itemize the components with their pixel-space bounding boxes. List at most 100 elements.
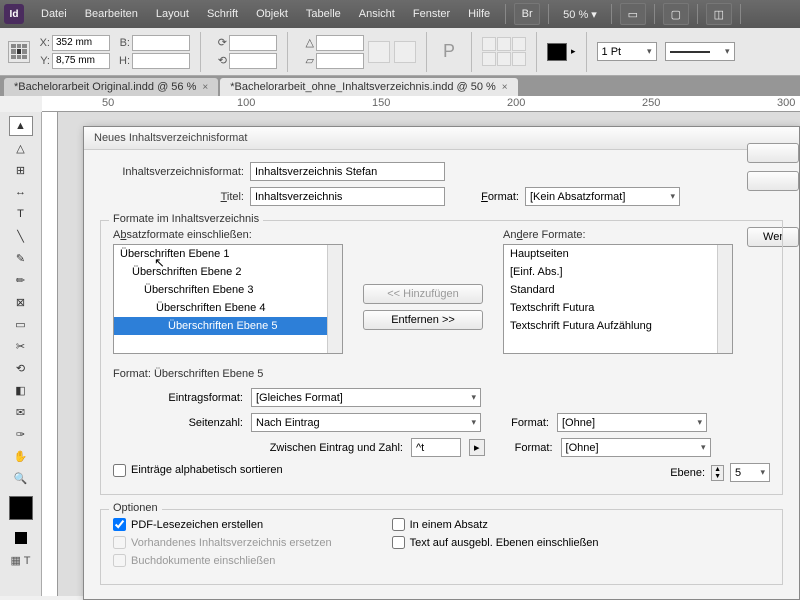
title-input[interactable] bbox=[250, 187, 445, 206]
zoom-tool[interactable]: 🔍 bbox=[9, 468, 33, 488]
note-tool[interactable]: ✉ bbox=[9, 402, 33, 422]
y-label: Y: bbox=[34, 55, 50, 67]
x-label: X: bbox=[34, 37, 50, 49]
bridge-button[interactable]: Br bbox=[514, 3, 540, 25]
close-icon[interactable]: × bbox=[202, 82, 208, 93]
special-char-button[interactable]: ▸ bbox=[469, 439, 485, 456]
level-label: Ebene: bbox=[670, 467, 705, 479]
list-item[interactable]: Überschriften Ebene 2 bbox=[114, 263, 342, 281]
list-item[interactable]: Überschriften Ebene 4 bbox=[114, 299, 342, 317]
eyedropper-tool[interactable]: ✑ bbox=[9, 424, 33, 444]
rectangle-frame-tool[interactable]: ⊠ bbox=[9, 292, 33, 312]
scrollbar[interactable] bbox=[717, 245, 732, 353]
scissors-tool[interactable]: ✂ bbox=[9, 336, 33, 356]
apply-color-icon[interactable] bbox=[9, 528, 33, 548]
list-item[interactable]: Überschriften Ebene 5 bbox=[114, 317, 342, 335]
include-formats-list[interactable]: Überschriften Ebene 1 Überschriften Eben… bbox=[113, 244, 343, 354]
scrollbar[interactable] bbox=[327, 245, 342, 353]
level-stepper[interactable]: ▲▼ bbox=[711, 465, 724, 481]
between-format-dropdown[interactable]: [Ohne] bbox=[561, 438, 711, 457]
include-formats-label: Absatzformate einschließen: bbox=[113, 229, 343, 241]
add-button[interactable]: << Hinzufügen bbox=[363, 284, 483, 304]
stroke-weight-dropdown[interactable]: 1 Pt bbox=[597, 42, 657, 61]
list-item[interactable]: Standard bbox=[504, 281, 732, 299]
title-format-dropdown[interactable]: [Kein Absatzformat] bbox=[525, 187, 680, 206]
scale-x-input[interactable] bbox=[229, 35, 277, 51]
shear-input[interactable] bbox=[316, 53, 364, 69]
fill-stroke-swatch[interactable] bbox=[9, 496, 33, 520]
hand-tool[interactable]: ✋ bbox=[9, 446, 33, 466]
page-number-dropdown[interactable]: Nach Eintrag bbox=[251, 413, 481, 432]
between-input[interactable] bbox=[411, 438, 461, 457]
view-mode-icon[interactable]: ▭ bbox=[620, 3, 646, 25]
menu-bearbeiten[interactable]: Bearbeiten bbox=[76, 8, 147, 20]
gradient-tool[interactable]: ◧ bbox=[9, 380, 33, 400]
menu-layout[interactable]: Layout bbox=[147, 8, 198, 20]
menu-objekt[interactable]: Objekt bbox=[247, 8, 297, 20]
stroke-style-dropdown[interactable] bbox=[665, 42, 735, 61]
menu-schrift[interactable]: Schrift bbox=[198, 8, 247, 20]
sort-alpha-checkbox[interactable] bbox=[113, 464, 126, 477]
control-panel: X: Y: B: H: ⟳ ⟲ △ ▱ P ▸ 1 Pt bbox=[0, 28, 800, 76]
flip-v-icon[interactable] bbox=[394, 41, 416, 63]
selection-tool[interactable]: ▲ bbox=[9, 116, 33, 136]
replace-toc-checkbox bbox=[113, 536, 126, 549]
level-dropdown[interactable]: 5 bbox=[730, 463, 770, 482]
format-name-input[interactable] bbox=[250, 162, 445, 181]
menu-hilfe[interactable]: Hilfe bbox=[459, 8, 499, 20]
list-item[interactable]: Textschrift Futura bbox=[504, 299, 732, 317]
rotate-input[interactable] bbox=[316, 35, 364, 51]
list-item[interactable]: [Einf. Abs.] bbox=[504, 263, 732, 281]
y-input[interactable] bbox=[52, 53, 110, 69]
toc-dialog: Neues Inhaltsverzeichnisformat Wer Inhal… bbox=[83, 126, 800, 600]
gap-tool[interactable]: ↔ bbox=[9, 182, 33, 202]
pen-tool[interactable]: ✎ bbox=[9, 248, 33, 268]
reference-point-icon[interactable] bbox=[8, 41, 30, 63]
line-tool[interactable]: ╲ bbox=[9, 226, 33, 246]
paragraph-icon[interactable]: P bbox=[437, 41, 461, 62]
list-item[interactable]: Textschrift Futura Aufzählung bbox=[504, 317, 732, 335]
menu-datei[interactable]: Datei bbox=[32, 8, 76, 20]
cancel-button[interactable] bbox=[747, 171, 799, 191]
hidden-layers-checkbox[interactable] bbox=[392, 536, 405, 549]
other-formats-list[interactable]: Hauptseiten [Einf. Abs.] Standard Textsc… bbox=[503, 244, 733, 354]
menu-fenster[interactable]: Fenster bbox=[404, 8, 459, 20]
remove-button[interactable]: Entfernen >> bbox=[363, 310, 483, 330]
page-num-format-dropdown[interactable]: [Ohne] bbox=[557, 413, 707, 432]
menu-ansicht[interactable]: Ansicht bbox=[350, 8, 404, 20]
dialog-title: Neues Inhaltsverzeichnisformat bbox=[84, 127, 799, 150]
flip-h-icon[interactable] bbox=[368, 41, 390, 63]
type-tool[interactable]: T bbox=[9, 204, 33, 224]
tab-ohne-inhaltsverzeichnis[interactable]: *Bachelorarbeit_ohne_Inhaltsverzeichnis.… bbox=[220, 78, 517, 96]
sort-alpha-label: Einträge alphabetisch sortieren bbox=[131, 464, 283, 476]
free-transform-tool[interactable]: ⟲ bbox=[9, 358, 33, 378]
page-tool[interactable]: ⊞ bbox=[9, 160, 33, 180]
w-input[interactable] bbox=[132, 35, 190, 51]
pdf-bookmarks-checkbox[interactable] bbox=[113, 518, 126, 531]
one-paragraph-label: In einem Absatz bbox=[410, 519, 488, 531]
h-input[interactable] bbox=[132, 53, 190, 69]
apply-gradient-icon[interactable]: ▦ T bbox=[9, 550, 33, 570]
x-input[interactable] bbox=[52, 35, 110, 51]
screen-mode-icon[interactable]: ▢ bbox=[663, 3, 689, 25]
pencil-tool[interactable]: ✏ bbox=[9, 270, 33, 290]
list-item[interactable]: Hauptseiten bbox=[504, 245, 732, 263]
zoom-level[interactable]: 50 % ▾ bbox=[555, 8, 605, 21]
list-item[interactable]: Überschriften Ebene 3 bbox=[114, 281, 342, 299]
ok-button[interactable] bbox=[747, 143, 799, 163]
tab-original[interactable]: *Bachelorarbeit Original.indd @ 56 %× bbox=[4, 78, 218, 96]
book-docs-checkbox bbox=[113, 554, 126, 567]
close-icon[interactable]: × bbox=[502, 82, 508, 93]
pdf-bookmarks-label: PDF-Lesezeichen erstellen bbox=[131, 519, 263, 531]
menu-tabelle[interactable]: Tabelle bbox=[297, 8, 350, 20]
format2-label: Format: bbox=[489, 417, 549, 429]
scale-y-input[interactable] bbox=[229, 53, 277, 69]
rectangle-tool[interactable]: ▭ bbox=[9, 314, 33, 334]
one-paragraph-checkbox[interactable] bbox=[392, 518, 405, 531]
align-icons[interactable] bbox=[482, 37, 526, 66]
list-item[interactable]: Überschriften Ebene 1 bbox=[114, 245, 342, 263]
fill-swatch[interactable] bbox=[547, 43, 567, 61]
direct-selection-tool[interactable]: △ bbox=[9, 138, 33, 158]
arrange-icon[interactable]: ◫ bbox=[706, 3, 732, 25]
entry-format-dropdown[interactable]: [Gleiches Format] bbox=[251, 388, 481, 407]
